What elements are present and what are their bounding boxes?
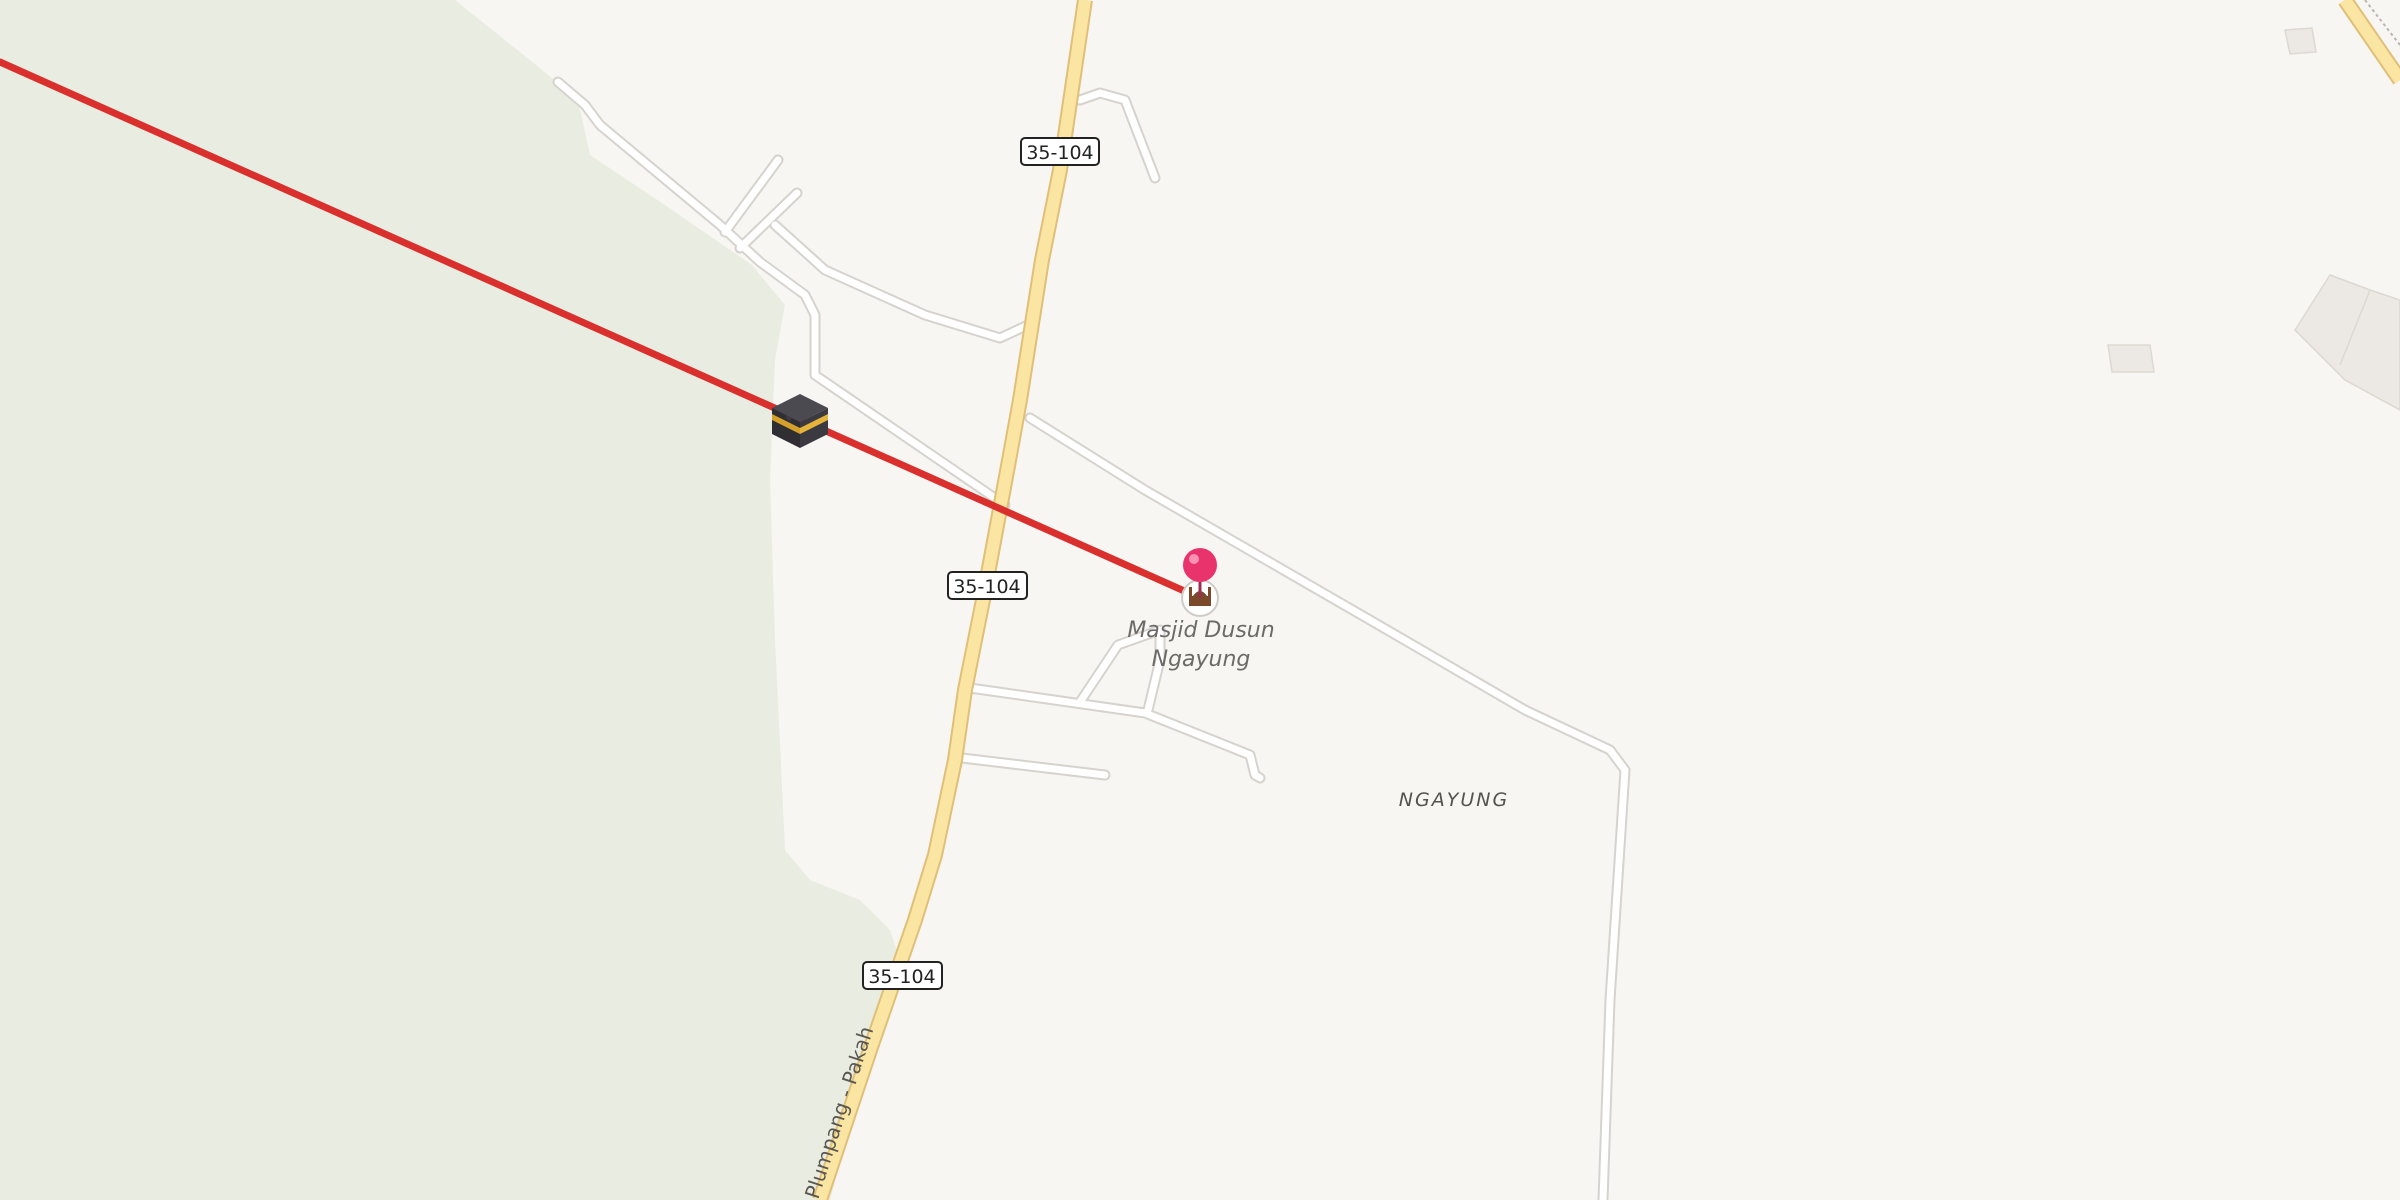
place-label: NGAYUNG bbox=[1399, 789, 1509, 811]
map-canvas[interactable]: Plumpang - Pakah 35-104 35-104 35-104 Ma… bbox=[0, 0, 2400, 1200]
route-shield: 35-104 bbox=[947, 571, 1028, 600]
svg-text:35-104: 35-104 bbox=[1026, 142, 1093, 164]
route-shield: 35-104 bbox=[862, 961, 943, 990]
svg-text:35-104: 35-104 bbox=[868, 966, 935, 988]
poi-label-line2: Ngayung bbox=[1152, 647, 1251, 672]
map-svg: Plumpang - Pakah 35-104 35-104 35-104 Ma… bbox=[0, 0, 2400, 1200]
poi-label-line1: Masjid Dusun bbox=[1127, 618, 1274, 643]
route-shield: 35-104 bbox=[1020, 137, 1100, 166]
kaaba-icon[interactable] bbox=[772, 394, 828, 448]
svg-text:35-104: 35-104 bbox=[953, 576, 1020, 598]
road-fragment-top-right-fill bbox=[2340, 0, 2400, 84]
building-footprints bbox=[2107, 27, 2400, 411]
